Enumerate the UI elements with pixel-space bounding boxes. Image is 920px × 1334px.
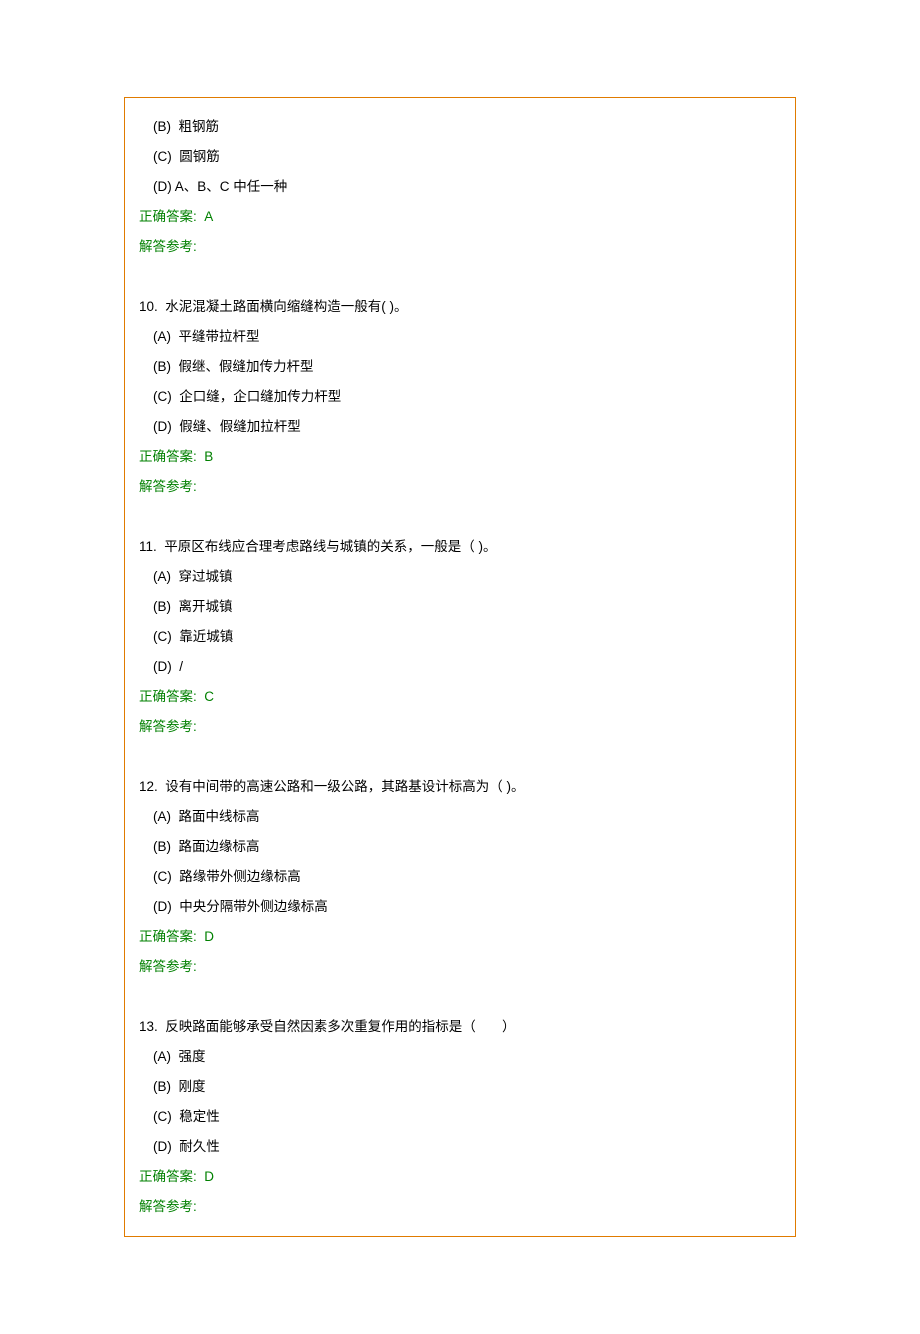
answer-reference: 解答参考:: [139, 1192, 781, 1222]
option-text: (B) 路面边缘标高: [139, 832, 781, 862]
correct-answer: 正确答案: D: [139, 922, 781, 952]
correct-answer: 正确答案: D: [139, 1162, 781, 1192]
content-frame: (B) 粗钢筋 (C) 圆钢筋 (D) A、B、C 中任一种 正确答案: A 解…: [124, 97, 796, 1237]
option-text: (D) 假缝、假缝加拉杆型: [139, 412, 781, 442]
answer-reference: 解答参考:: [139, 712, 781, 742]
option-text: (A) 穿过城镇: [139, 562, 781, 592]
option-text: (D) A、B、C 中任一种: [139, 172, 781, 202]
question-stem: 12. 设有中间带的高速公路和一级公路，其路基设计标高为（ )。: [139, 772, 781, 802]
question-stem: 11. 平原区布线应合理考虑路线与城镇的关系，一般是（ )。: [139, 532, 781, 562]
option-text: (C) 路缘带外侧边缘标高: [139, 862, 781, 892]
option-text: (C) 靠近城镇: [139, 622, 781, 652]
option-text: (B) 粗钢筋: [139, 112, 781, 142]
spacer: [139, 502, 781, 532]
option-text: (C) 圆钢筋: [139, 142, 781, 172]
question-stem: 10. 水泥混凝土路面横向缩缝构造一般有( )。: [139, 292, 781, 322]
spacer: [139, 262, 781, 292]
answer-reference: 解答参考:: [139, 472, 781, 502]
option-text: (B) 离开城镇: [139, 592, 781, 622]
option-text: (C) 企口缝，企口缝加传力杆型: [139, 382, 781, 412]
option-text: (D) /: [139, 652, 781, 682]
option-text: (A) 强度: [139, 1042, 781, 1072]
correct-answer: 正确答案: B: [139, 442, 781, 472]
answer-reference: 解答参考:: [139, 232, 781, 262]
answer-reference: 解答参考:: [139, 952, 781, 982]
question-stem: 13. 反映路面能够承受自然因素多次重复作用的指标是（ ）: [139, 1012, 781, 1042]
option-text: (A) 平缝带拉杆型: [139, 322, 781, 352]
option-text: (B) 假继、假缝加传力杆型: [139, 352, 781, 382]
page: (B) 粗钢筋 (C) 圆钢筋 (D) A、B、C 中任一种 正确答案: A 解…: [0, 0, 920, 1334]
correct-answer: 正确答案: C: [139, 682, 781, 712]
correct-answer: 正确答案: A: [139, 202, 781, 232]
option-text: (A) 路面中线标高: [139, 802, 781, 832]
option-text: (D) 耐久性: [139, 1132, 781, 1162]
spacer: [139, 742, 781, 772]
spacer: [139, 982, 781, 1012]
option-text: (B) 刚度: [139, 1072, 781, 1102]
option-text: (D) 中央分隔带外侧边缘标高: [139, 892, 781, 922]
option-text: (C) 稳定性: [139, 1102, 781, 1132]
